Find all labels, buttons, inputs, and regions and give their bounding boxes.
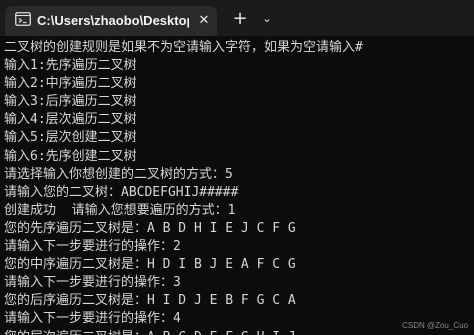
console-line: 二叉树的创建规则是如果不为空请输入字符，如果为空请输入# (4, 40, 363, 55)
tab-title: C:\Users\zhaobo\Desktop\de (37, 13, 189, 28)
terminal-window: C:\Users\zhaobo\Desktop\de ✕ + ⌄ 二叉树的创建规… (0, 0, 474, 335)
console-line: 输入6:先序创建二叉树 (4, 148, 137, 164)
close-icon[interactable]: ✕ (195, 12, 213, 30)
console-line: 输入2:中序遍历二叉树 (4, 76, 137, 92)
console-line: 输入4:层次遍历二叉树 (4, 112, 137, 128)
watermark: CSDN @Zou_Cuo (402, 321, 468, 331)
console-line: 输入3:后序遍历二叉树 (4, 94, 137, 110)
console-line: 您的先序遍历二叉树是：A B D H I E J C F G (4, 220, 296, 236)
console-line: 您的中序遍历二叉树是：H D I B J E A F C G (4, 257, 296, 273)
console-line: 请输入下一步要进行的操作：3 (4, 275, 181, 291)
console-line: 输入5:层次创建二叉树 (4, 130, 137, 146)
console-line: 请输入您的二叉树：ABCDEFGHIJ##### (4, 184, 239, 200)
terminal-icon (15, 12, 31, 26)
terminal-tab[interactable]: C:\Users\zhaobo\Desktop\de ✕ (5, 6, 217, 36)
console-line: 输入1:先序遍历二叉树 (4, 58, 137, 74)
console-line: 您的后序遍历二叉树是：H I D J E B F G C A (4, 293, 296, 309)
console-output[interactable]: 二叉树的创建规则是如果不为空请输入字符，如果为空请输入# 输入1:先序遍历二叉树输… (4, 39, 472, 335)
title-bar: C:\Users\zhaobo\Desktop\de ✕ + ⌄ (0, 0, 474, 36)
console-line: 创建成功 请输入您想要遍历的方式：1 (4, 202, 236, 218)
console-line: 请输入下一步要进行的操作：2 (4, 239, 181, 255)
chevron-down-icon[interactable]: ⌄ (258, 9, 276, 29)
plus-icon[interactable]: + (230, 9, 250, 29)
console-line: 请选择输入你想创建的二叉树的方式：5 (4, 166, 233, 182)
